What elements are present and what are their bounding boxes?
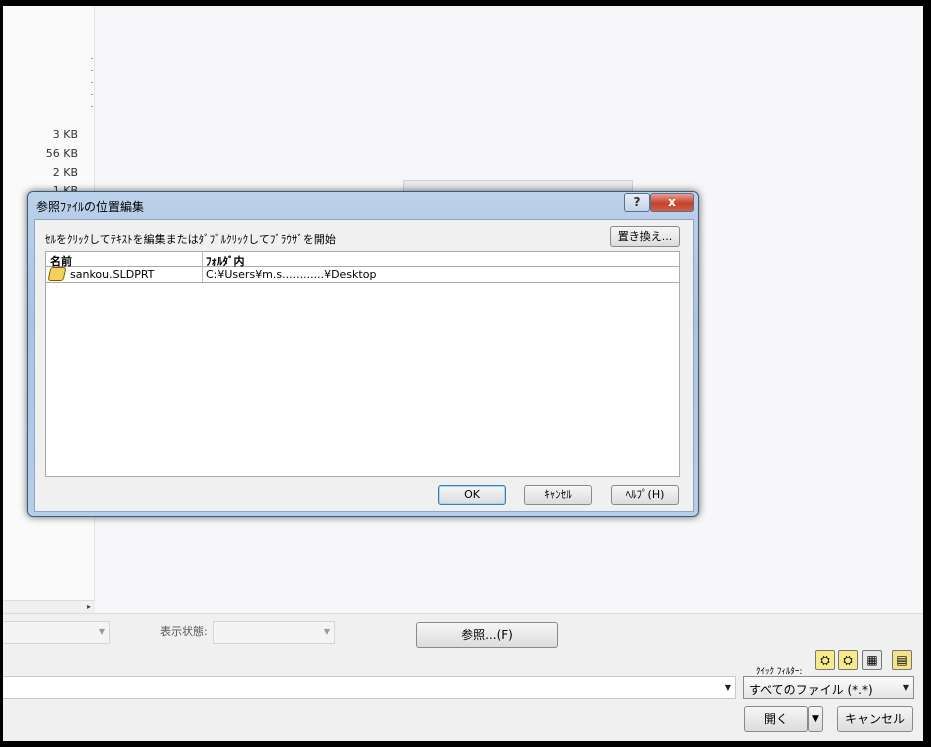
file-type-value: すべてのファイル (*.*): [749, 683, 873, 697]
file-name-combo[interactable]: ▼: [3, 676, 736, 699]
display-state-label: 表示状態:: [160, 625, 208, 638]
chevron-down-icon: ▼: [724, 683, 731, 692]
help-icon[interactable]: ?: [624, 193, 650, 212]
replace-button[interactable]: 置き換え...: [610, 226, 680, 247]
cancel-button[interactable]: ｷｬﾝｾﾙ: [524, 485, 592, 505]
file-size: 56 KB: [45, 147, 78, 160]
file-type-combo[interactable]: すべてのファイル (*.*) ▼: [743, 676, 914, 699]
list-tick: [91, 82, 93, 83]
file-size: 2 KB: [52, 166, 78, 179]
open-options-button[interactable]: ▼: [808, 706, 823, 732]
list-tick: [91, 106, 93, 107]
help-button[interactable]: ﾍﾙﾌﾟ(H): [611, 485, 679, 505]
cell-name[interactable]: sankou.SLDPRT: [70, 268, 154, 281]
drawing-filter-icon[interactable]: ▦: [862, 650, 882, 670]
cancel-button[interactable]: キャンセル: [837, 706, 913, 732]
chevron-down-icon: ▼: [98, 627, 105, 636]
browse-button[interactable]: 参照...(F): [416, 622, 558, 648]
horizontal-scrollbar[interactable]: ▸: [3, 600, 95, 614]
edit-reference-dialog: 参照ﾌｧｲﾙの位置編集 ? x ｾﾙをｸﾘｯｸしてﾃｷｽﾄを編集またはﾀﾞﾌﾞﾙ…: [27, 191, 699, 517]
part-filter-icon[interactable]: ⛭: [815, 650, 835, 670]
table-row[interactable]: sankou.SLDPRT C:¥Users¥m.s............¥D…: [46, 267, 679, 283]
chevron-down-icon: ▼: [902, 683, 909, 692]
instruction-text: ｾﾙをｸﾘｯｸしてﾃｷｽﾄを編集またはﾀﾞﾌﾞﾙｸﾘｯｸしてﾌﾞﾗｳｻﾞを開始: [45, 233, 336, 246]
chevron-down-icon: ▼: [812, 714, 819, 724]
close-icon[interactable]: x: [650, 193, 694, 212]
assembly-filter-icon[interactable]: ⛭: [838, 650, 858, 670]
file-size: 3 KB: [52, 128, 78, 141]
display-state-combo[interactable]: ▼: [213, 621, 335, 644]
list-tick: [91, 70, 93, 71]
ok-button[interactable]: OK: [438, 485, 506, 505]
list-tick: [91, 94, 93, 95]
scroll-right-icon[interactable]: ▸: [87, 602, 91, 611]
chevron-down-icon: ▼: [323, 627, 330, 636]
cell-folder[interactable]: C:¥Users¥m.s............¥Desktop: [206, 268, 376, 281]
configuration-combo[interactable]: ▼: [3, 621, 110, 644]
reference-table: 名前 ﾌｫﾙﾀﾞ内 sankou.SLDPRT C:¥Users¥m.s....…: [45, 251, 680, 477]
list-tick: [91, 58, 93, 59]
part-file-icon: [47, 267, 67, 281]
open-button[interactable]: 開く: [744, 706, 808, 732]
table-header: 名前 ﾌｫﾙﾀﾞ内: [46, 252, 679, 268]
dialog-title: 参照ﾌｧｲﾙの位置編集: [36, 200, 145, 214]
top-level-filter-icon[interactable]: ▤: [892, 650, 912, 670]
dialog-body: ｾﾙをｸﾘｯｸしてﾃｷｽﾄを編集またはﾀﾞﾌﾞﾙｸﾘｯｸしてﾌﾞﾗｳｻﾞを開始 …: [34, 219, 694, 512]
